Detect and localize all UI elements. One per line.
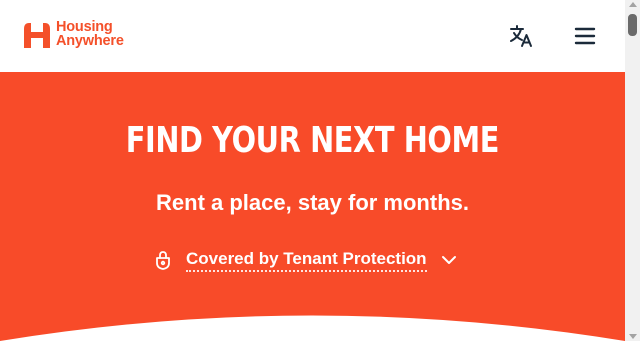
logo-text-line1: Housing	[56, 19, 113, 35]
hero-section: FIND YOUR NEXT HOME Rent a place, stay f…	[0, 72, 625, 341]
tenant-protection-label: Covered by Tenant Protection	[186, 248, 427, 272]
hero-subtitle: Rent a place, stay for months.	[156, 190, 469, 215]
hero-title: FIND YOUR NEXT HOME	[125, 120, 500, 161]
shield-lock-icon	[156, 251, 170, 270]
page: Housing Anywhere FIND YOUR NEXT HOME Ren…	[0, 0, 640, 341]
site-header: Housing Anywhere	[0, 0, 625, 72]
hero-bottom-curve	[0, 315, 625, 341]
translate-icon	[510, 25, 532, 47]
menu-button[interactable]	[573, 26, 597, 46]
vertical-scrollbar[interactable]	[625, 0, 640, 341]
logo-wordmark: Housing Anywhere	[56, 19, 124, 49]
language-button[interactable]	[508, 24, 534, 48]
logo-mark-icon	[24, 23, 50, 48]
hamburger-menu-icon	[574, 27, 596, 45]
scroll-down-arrow-icon[interactable]	[629, 334, 637, 339]
scrollbar-thumb[interactable]	[628, 14, 637, 36]
scroll-up-arrow-icon[interactable]	[629, 2, 637, 7]
tenant-protection-toggle[interactable]: Covered by Tenant Protection	[154, 247, 457, 273]
chevron-down-icon	[441, 256, 456, 264]
housing-anywhere-logo[interactable]: Housing Anywhere	[22, 20, 124, 48]
logo-text-line2: Anywhere	[56, 33, 124, 49]
